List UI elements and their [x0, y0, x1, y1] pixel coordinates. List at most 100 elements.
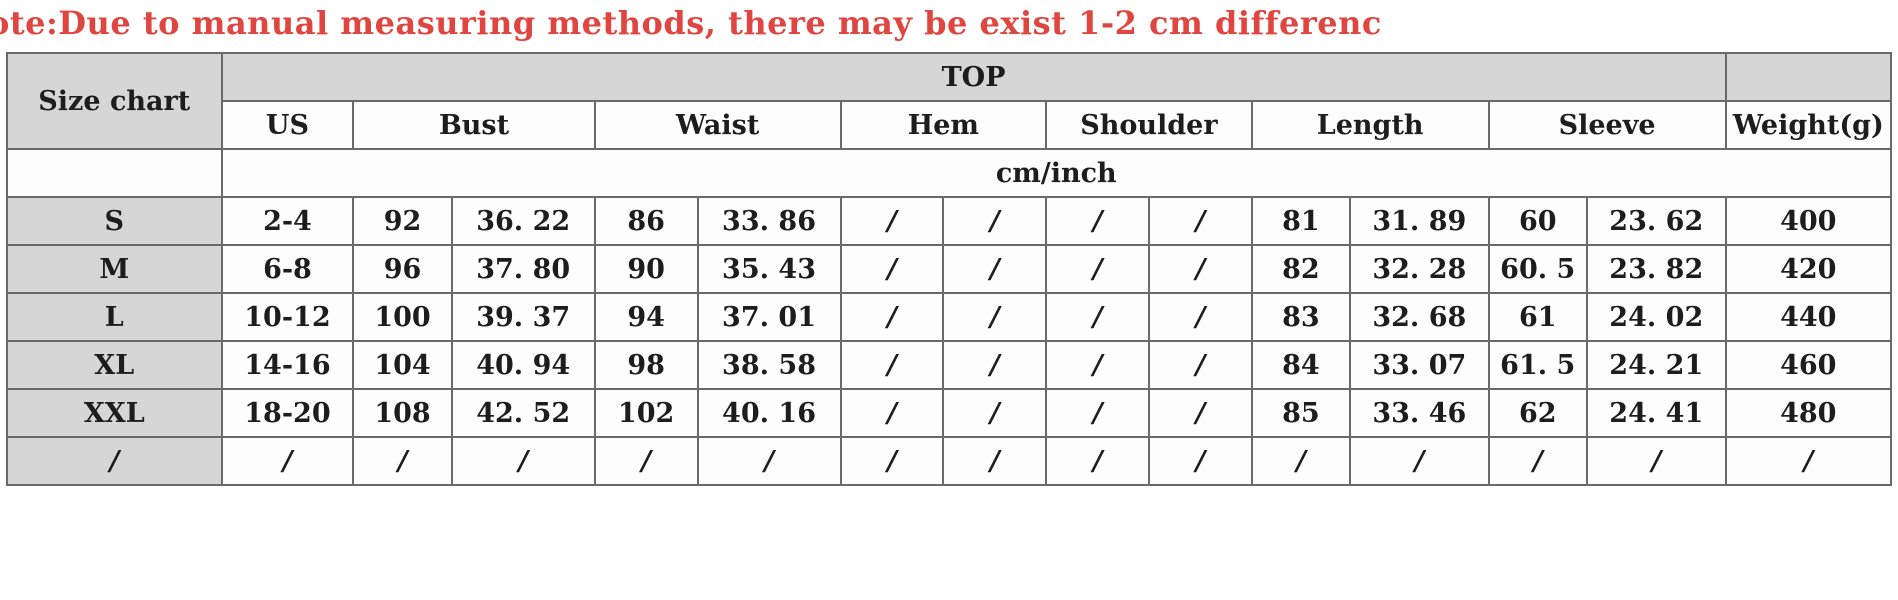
cell-shoulder-cm: /	[1045, 196, 1150, 246]
cell-bust-inch: /	[450, 436, 596, 486]
cell-hem-inch: /	[942, 388, 1048, 438]
cell-shoulder-inch: /	[1147, 196, 1253, 246]
cell-hem-inch: /	[942, 244, 1048, 294]
cell-bust-cm: 96	[352, 244, 453, 294]
size-chart-page: ote:Due to manual measuring methods, the…	[0, 0, 1898, 600]
table-row: S 2-4 92 36. 22 86 33. 86 / / / / 81 31.…	[6, 196, 1893, 246]
cell-us: 2-4	[220, 196, 355, 246]
header-row-group: Size chart TOP	[6, 52, 1893, 150]
table-row: / / / / / / / / / / / / / / /	[6, 436, 1893, 486]
cell-waist-inch: 40. 16	[696, 388, 842, 438]
cell-hem-cm: /	[839, 436, 945, 486]
row-size-label: XXL	[6, 388, 223, 438]
cell-sleeve-inch: 24. 21	[1585, 340, 1727, 390]
cell-weight: /	[1724, 436, 1893, 486]
cell-bust-inch: 36. 22	[450, 196, 596, 246]
cell-shoulder-cm: /	[1045, 244, 1150, 294]
cell-sleeve-cm: /	[1487, 436, 1588, 486]
cell-length-cm: 83	[1250, 292, 1352, 342]
cell-weight: 480	[1724, 388, 1893, 438]
table-row: M 6-8 96 37. 80 90 35. 43 / / / / 82 32.…	[6, 244, 1893, 294]
table-row: L 10-12 100 39. 37 94 37. 01 / / / / 83 …	[6, 292, 1893, 342]
cell-sleeve-cm: 60. 5	[1487, 244, 1588, 294]
corner-size-chart-header: Size chart	[6, 52, 223, 150]
cell-sleeve-cm: 61	[1487, 292, 1588, 342]
cell-us: /	[220, 436, 355, 486]
column-header-us: US	[220, 100, 355, 150]
row-size-label: S	[6, 196, 223, 246]
size-chart-table-wrap: Size chart TOP US Bust Waist Hem Shoulde…	[6, 52, 1893, 486]
cell-hem-inch: /	[942, 340, 1048, 390]
cell-hem-cm: /	[839, 340, 945, 390]
cell-waist-inch: /	[696, 436, 842, 486]
cell-waist-inch: 37. 01	[696, 292, 842, 342]
row-size-label: L	[6, 292, 223, 342]
cell-sleeve-cm: 61. 5	[1487, 340, 1588, 390]
cell-bust-cm: /	[352, 436, 453, 486]
cell-bust-cm: 100	[352, 292, 453, 342]
cell-weight: 460	[1724, 340, 1893, 390]
cell-waist-cm: 98	[593, 340, 699, 390]
cell-waist-cm: /	[593, 436, 699, 486]
column-header-weight: Weight(g)	[1724, 100, 1893, 150]
row-size-label: /	[6, 436, 223, 486]
cell-hem-inch: /	[942, 196, 1048, 246]
cell-hem-cm: /	[839, 388, 945, 438]
cell-shoulder-inch: /	[1147, 340, 1253, 390]
cell-shoulder-inch: /	[1147, 244, 1253, 294]
cell-hem-cm: /	[839, 292, 945, 342]
cell-weight: 400	[1724, 196, 1893, 246]
cell-bust-inch: 42. 52	[450, 388, 596, 438]
cell-length-cm: 81	[1250, 196, 1352, 246]
cell-us: 18-20	[220, 388, 355, 438]
group-header-weight-spacer	[1724, 52, 1893, 102]
cell-length-inch: 32. 68	[1349, 292, 1490, 342]
cell-us: 6-8	[220, 244, 355, 294]
cell-length-inch: 32. 28	[1349, 244, 1490, 294]
cell-hem-inch: /	[942, 436, 1048, 486]
cell-waist-inch: 38. 58	[696, 340, 842, 390]
column-header-bust: Bust	[352, 100, 596, 150]
cell-weight: 420	[1724, 244, 1893, 294]
cell-sleeve-inch: 23. 62	[1585, 196, 1727, 246]
cell-sleeve-inch: 24. 41	[1585, 388, 1727, 438]
cell-us: 10-12	[220, 292, 355, 342]
cell-bust-cm: 108	[352, 388, 453, 438]
cell-shoulder-inch: /	[1147, 388, 1253, 438]
cell-bust-inch: 39. 37	[450, 292, 596, 342]
unit-row-label: cm/inch	[220, 148, 1893, 198]
group-header-top: TOP	[220, 52, 1727, 102]
column-header-length: Length	[1250, 100, 1490, 150]
cell-shoulder-cm: /	[1045, 340, 1150, 390]
column-header-sleeve: Sleeve	[1487, 100, 1727, 150]
cell-shoulder-inch: /	[1147, 436, 1253, 486]
cell-us: 14-16	[220, 340, 355, 390]
cell-sleeve-inch: 24. 02	[1585, 292, 1727, 342]
column-header-waist: Waist	[593, 100, 842, 150]
unit-row: cm/inch	[6, 148, 1893, 198]
cell-shoulder-cm: /	[1045, 388, 1150, 438]
cell-length-inch: 33. 07	[1349, 340, 1490, 390]
cell-weight: 440	[1724, 292, 1893, 342]
cell-hem-cm: /	[839, 196, 945, 246]
cell-sleeve-cm: 62	[1487, 388, 1588, 438]
cell-bust-cm: 92	[352, 196, 453, 246]
cell-shoulder-inch: /	[1147, 292, 1253, 342]
row-size-label: XL	[6, 340, 223, 390]
cell-length-inch: 31. 89	[1349, 196, 1490, 246]
header-row-measures: US Bust Waist Hem Shoulder Length Sleeve…	[7, 100, 1893, 150]
cell-shoulder-cm: /	[1045, 436, 1150, 486]
cell-bust-cm: 104	[352, 340, 453, 390]
row-size-label: M	[6, 244, 223, 294]
cell-waist-cm: 94	[593, 292, 699, 342]
cell-waist-cm: 90	[593, 244, 699, 294]
column-header-shoulder: Shoulder	[1045, 100, 1253, 150]
cell-sleeve-inch: /	[1585, 436, 1727, 486]
table-row: XL 14-16 104 40. 94 98 38. 58 / / / / 84…	[6, 340, 1893, 390]
cell-shoulder-cm: /	[1045, 292, 1150, 342]
size-chart-table: Size chart TOP US Bust Waist Hem Shoulde…	[6, 52, 1893, 486]
cell-hem-inch: /	[942, 292, 1048, 342]
measurement-note: ote:Due to manual measuring methods, the…	[0, 4, 1382, 42]
cell-length-cm: 82	[1250, 244, 1352, 294]
cell-hem-cm: /	[839, 244, 945, 294]
